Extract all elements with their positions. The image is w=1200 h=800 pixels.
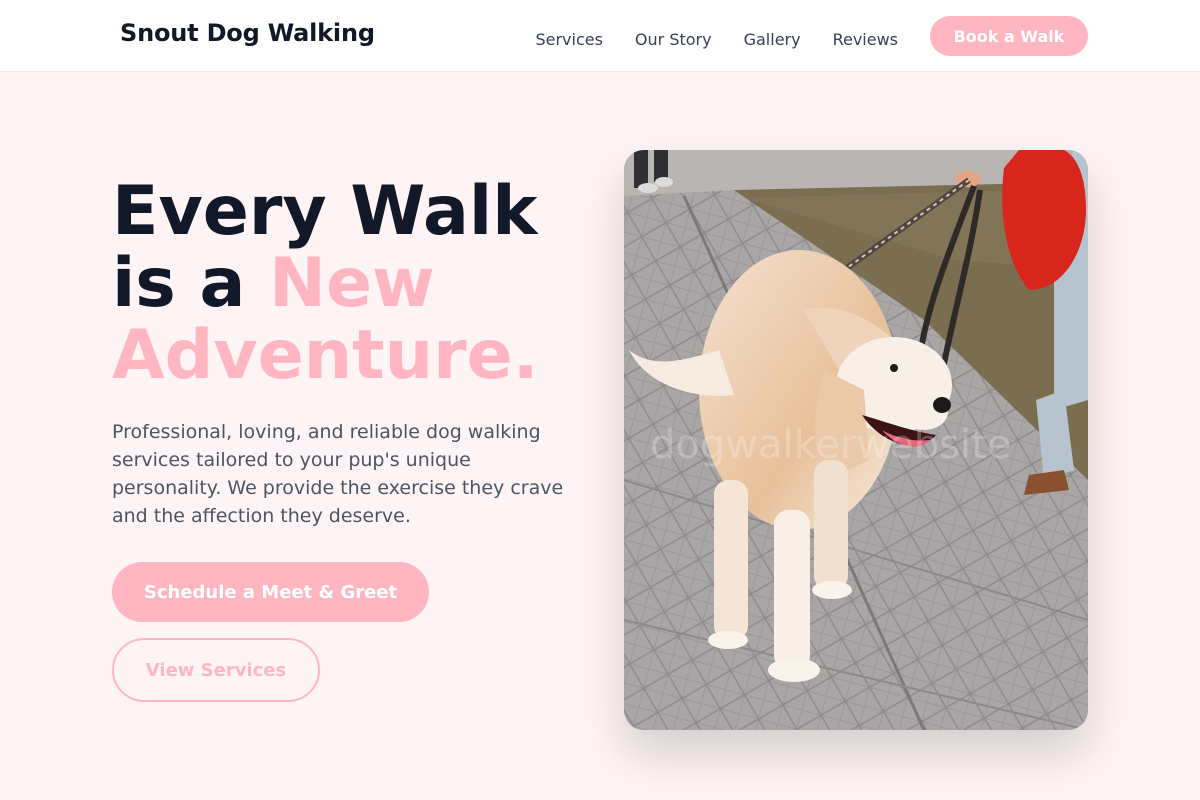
image-watermark: dogwalkerwebsite <box>650 422 1011 468</box>
book-a-walk-button[interactable]: Book a Walk <box>930 16 1088 56</box>
hero-title-accent-adventure: Adventure. <box>112 316 539 395</box>
main-nav: Services Our Story Gallery Reviews Book … <box>535 16 1088 56</box>
dog-walk-illustration: dogwalkerwebsite <box>624 150 1088 730</box>
site-logo[interactable]: Snout Dog Walking <box>120 19 375 47</box>
hero-title-line-1: Every Walk <box>112 172 538 251</box>
hero-dog-photo: dogwalkerwebsite <box>624 150 1088 730</box>
nav-link-gallery[interactable]: Gallery <box>744 30 801 50</box>
hero-description: Professional, loving, and reliable dog w… <box>112 421 564 527</box>
hero-title-accent-new: New <box>269 244 435 323</box>
hero-title-line-2-prefix: is a <box>112 244 270 323</box>
nav-link-our-story[interactable]: Our Story <box>635 30 712 50</box>
hero-title: Every Walk is a New Adventure. <box>112 176 539 392</box>
nav-link-reviews[interactable]: Reviews <box>833 30 898 50</box>
nav-link-services[interactable]: Services <box>535 30 602 50</box>
schedule-meet-greet-button[interactable]: Schedule a Meet & Greet <box>112 562 429 622</box>
view-services-button[interactable]: View Services <box>112 638 320 702</box>
site-header: Snout Dog Walking Services Our Story Gal… <box>0 0 1200 72</box>
